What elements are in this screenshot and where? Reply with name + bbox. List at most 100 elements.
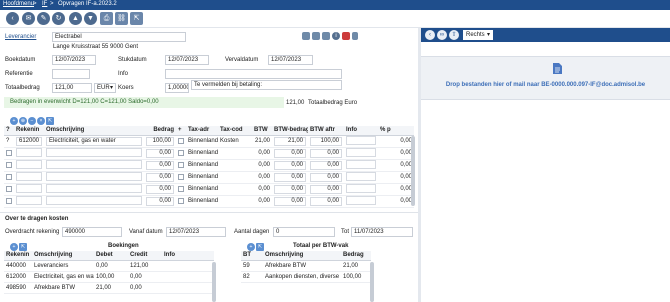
info-icon[interactable]: i xyxy=(332,32,340,40)
info-field[interactable] xyxy=(165,69,342,79)
mail-icon[interactable]: ✉ xyxy=(22,12,35,25)
edit-icon[interactable]: ✎ xyxy=(37,12,50,25)
user-edit-icon[interactable] xyxy=(322,32,330,40)
btw-bedrag-cell[interactable]: 0,00 xyxy=(274,160,306,170)
table-row[interactable]: 59 Afrekbare BTW 21,00 xyxy=(241,260,371,272)
col-header[interactable]: BT xyxy=(241,251,263,261)
table-row[interactable]: 440000 Leveranciers 0,00 121,00 xyxy=(4,260,214,272)
koers-field[interactable]: 1,00000 xyxy=(165,83,189,93)
table-row[interactable]: 612000 Electriciteit, gas en water 100,0… xyxy=(4,271,214,283)
print-icon[interactable]: ⎙ xyxy=(100,12,113,25)
down-icon[interactable]: ▼ xyxy=(84,12,97,25)
rekening-cell[interactable] xyxy=(16,171,42,181)
leverancier-field[interactable]: Electrabel xyxy=(52,32,186,42)
refresh-icon[interactable]: ↻ xyxy=(52,12,65,25)
col-header[interactable]: Omschrijving xyxy=(44,126,144,136)
table-row[interactable]: 0,00 Binnenland 0,00 0,00 0,00 0,00 xyxy=(4,195,414,208)
col-header[interactable]: Bedrag xyxy=(341,251,371,261)
user-add-icon[interactable] xyxy=(312,32,320,40)
row-checkbox[interactable] xyxy=(6,197,12,204)
btwvak-scrollbar[interactable] xyxy=(370,262,374,302)
info-cell[interactable] xyxy=(346,171,376,181)
table-row[interactable]: 0,00 Binnenland 0,00 0,00 0,00 0,00 xyxy=(4,147,414,160)
col-header[interactable]: + xyxy=(176,126,186,136)
add-line-icon[interactable]: + xyxy=(10,243,18,251)
checkbox[interactable] xyxy=(178,137,184,144)
col-header[interactable]: Tax-adr xyxy=(186,126,218,136)
rekening-cell[interactable] xyxy=(16,159,42,169)
bedrag-cell[interactable]: 0,00 xyxy=(146,196,174,206)
table-row[interactable]: 0,00 Binnenland 0,00 0,00 0,00 0,00 xyxy=(4,171,414,184)
boekingen-scrollbar[interactable] xyxy=(212,262,216,302)
back-icon[interactable]: ‹ xyxy=(6,12,19,25)
col-header[interactable]: % p xyxy=(378,126,414,136)
tax-adr-cell[interactable]: Binnenland xyxy=(186,135,218,148)
btw-cell[interactable]: 0,00 xyxy=(252,183,272,196)
tag-icon[interactable] xyxy=(352,32,358,40)
col-header[interactable]: Credit xyxy=(128,251,162,261)
col-header[interactable]: Info xyxy=(344,126,378,136)
alert-icon[interactable] xyxy=(342,32,350,40)
btw-bedrag-cell[interactable]: 0,00 xyxy=(274,196,306,206)
row-checkbox[interactable] xyxy=(6,149,12,156)
vervaldatum-field[interactable]: 12/07/2023 xyxy=(268,55,313,65)
table-row[interactable]: 0,00 Binnenland 0,00 0,00 0,00 0,00 xyxy=(4,159,414,172)
omschrijving-cell[interactable] xyxy=(46,147,142,157)
row-checkbox[interactable] xyxy=(6,161,12,168)
info-cell[interactable] xyxy=(346,135,376,145)
row-checkbox[interactable] xyxy=(6,173,12,180)
row-checkbox[interactable] xyxy=(6,185,12,192)
info-cell[interactable] xyxy=(346,147,376,157)
pct-cell[interactable]: 0,00 xyxy=(378,195,414,208)
checkbox[interactable] xyxy=(178,149,184,156)
col-header[interactable]: Rekenin xyxy=(14,126,44,136)
vanaf-field[interactable]: 12/07/2023 xyxy=(166,227,226,237)
btw-cell[interactable]: 0,00 xyxy=(252,171,272,184)
leverancier-link[interactable]: Leverancier xyxy=(5,34,36,40)
bedrag-cell[interactable]: 0,00 xyxy=(146,184,174,194)
tax-cod-cell[interactable]: Kosten xyxy=(218,135,252,148)
col-header[interactable]: Info xyxy=(162,251,214,261)
btw-aftr-cell[interactable]: 100,00 xyxy=(310,136,342,146)
btw-aftr-cell[interactable]: 0,00 xyxy=(310,148,342,158)
checkbox[interactable] xyxy=(178,161,184,168)
btw-aftr-cell[interactable]: 0,00 xyxy=(310,160,342,170)
col-header[interactable]: BTW xyxy=(252,126,272,136)
glasses-icon[interactable]: ∞ xyxy=(437,30,447,40)
btw-bedrag-cell[interactable]: 0,00 xyxy=(274,184,306,194)
stukdatum-field[interactable]: 12/07/2023 xyxy=(165,55,209,65)
tax-adr-cell[interactable]: Binnenland xyxy=(186,147,218,160)
btw-cell[interactable]: 21,00 xyxy=(252,135,272,148)
totaalbedrag-field[interactable]: 121,00 xyxy=(52,83,92,93)
info-cell[interactable] xyxy=(346,195,376,205)
panel-position-select[interactable]: Rechts xyxy=(463,30,493,40)
bedrag-cell[interactable]: 0,00 xyxy=(146,172,174,182)
info-cell[interactable] xyxy=(346,159,376,169)
tax-adr-cell[interactable]: Binnenland xyxy=(186,159,218,172)
currency-select[interactable]: EUR xyxy=(94,83,116,93)
table-row[interactable]: 82 Aankopen diensten, diverse goe 100,00 xyxy=(241,271,371,283)
table-row[interactable]: ? 612000 Electriciteit, gas en water 100… xyxy=(4,135,414,148)
add-line-icon[interactable]: + xyxy=(10,117,18,125)
tot-field[interactable]: 11/07/2023 xyxy=(351,227,413,237)
tax-adr-cell[interactable]: Binnenland xyxy=(186,195,218,208)
omschrijving-cell[interactable] xyxy=(46,171,142,181)
up-icon[interactable]: ▲ xyxy=(69,12,82,25)
upload-icon[interactable]: ⇧ xyxy=(449,30,459,40)
back-icon[interactable]: ‹ xyxy=(425,30,435,40)
link-icon[interactable]: ⛓ xyxy=(115,12,128,25)
btw-bedrag-cell[interactable]: 21,00 xyxy=(274,136,306,146)
omschrijving-cell[interactable] xyxy=(46,195,142,205)
tax-adr-cell[interactable]: Binnenland xyxy=(186,171,218,184)
checkbox[interactable] xyxy=(178,185,184,192)
col-header[interactable]: Rekenin xyxy=(4,251,32,261)
payment-reference-field[interactable]: Te vermelden bij betaling: xyxy=(191,80,342,90)
col-header[interactable]: Tax-cod xyxy=(218,126,252,136)
bedrag-cell[interactable]: 0,00 xyxy=(146,148,174,158)
add-line-icon[interactable]: + xyxy=(247,243,255,251)
btw-aftr-cell[interactable]: 0,00 xyxy=(310,196,342,206)
checkbox[interactable] xyxy=(178,173,184,180)
users-icon[interactable] xyxy=(302,32,310,40)
btw-cell[interactable]: 0,00 xyxy=(252,195,272,208)
boekdatum-field[interactable]: 12/07/2023 xyxy=(52,55,96,65)
